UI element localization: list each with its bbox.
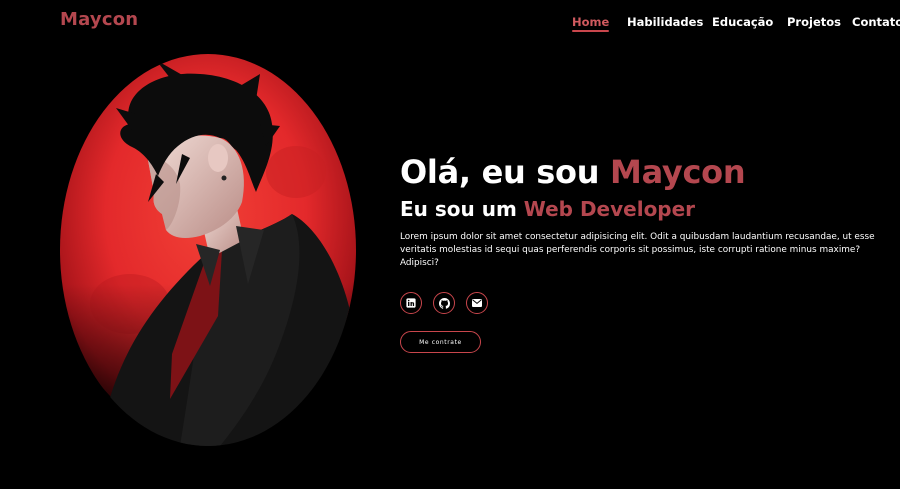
nav-contato[interactable]: Contato [852,15,900,29]
hero-subtitle: Eu sou um Web Developer [400,196,900,222]
nav-educacao[interactable]: Educação [712,15,773,29]
hero-text: Olá, eu sou Maycon Eu sou um Web Develop… [400,151,900,270]
mail-icon [472,299,482,307]
github-link[interactable] [433,292,455,314]
nav-habilidades[interactable]: Habilidades [627,15,703,29]
hero-greeting: Olá, eu sou [400,153,611,191]
nav-projetos[interactable]: Projetos [787,15,841,29]
portrait-illustration [60,54,356,446]
mail-link[interactable] [466,292,488,314]
profile-portrait [60,54,356,446]
linkedin-icon [406,298,416,308]
hero-name: Maycon [610,153,746,191]
main-nav: Home Habilidades Educação Projetos Conta… [0,15,900,35]
hire-me-button[interactable]: Me contrate [400,331,481,353]
github-icon [438,297,450,309]
hero-title: Olá, eu sou Maycon [400,151,900,193]
nav-home[interactable]: Home [572,15,610,32]
hero-role: Web Developer [523,197,696,221]
linkedin-link[interactable] [400,292,422,314]
hero-role-prefix: Eu sou um [400,197,524,221]
hero-description: Lorem ipsum dolor sit amet consectetur a… [400,232,875,268]
